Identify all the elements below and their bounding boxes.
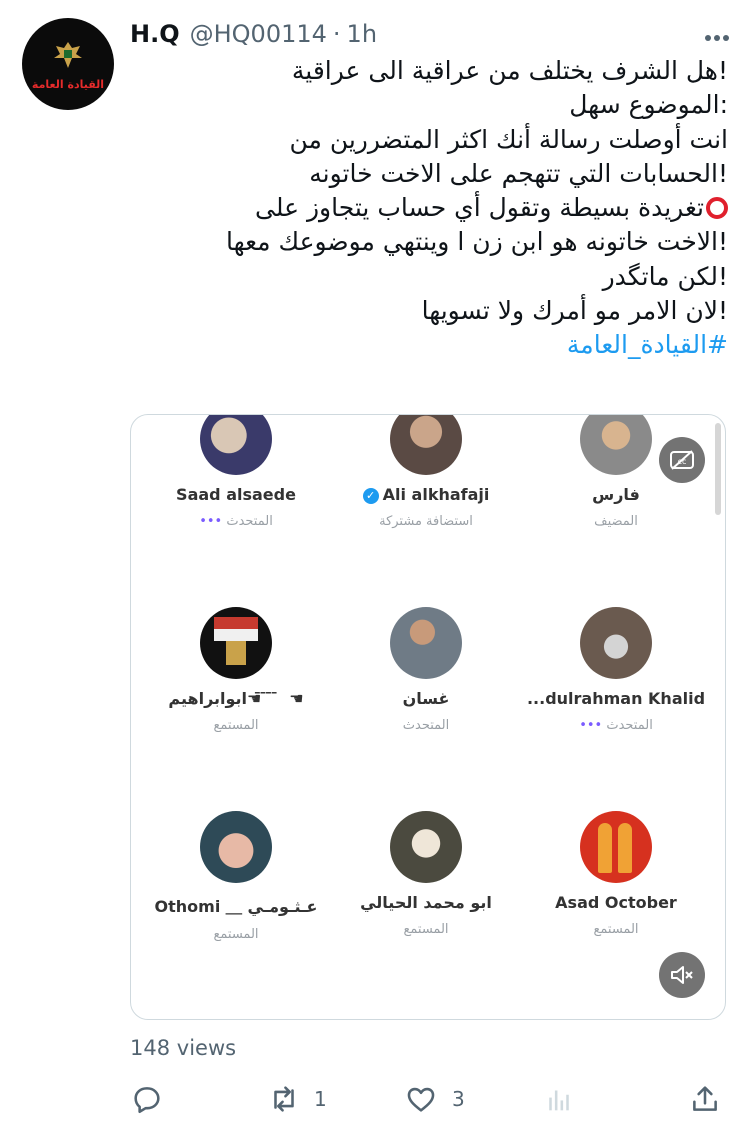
participant-name: Ali alkhafaji [382, 485, 490, 504]
participant-name: غسان [402, 689, 450, 708]
participant-role: المستمع [403, 922, 449, 937]
heart-icon [407, 1087, 435, 1112]
participant-name: ...dulrahman Khalid [526, 689, 706, 708]
tweet-text: !هل الشرف يختلف من عراقية الى عراقية :ال… [130, 54, 728, 363]
hashtag-link[interactable]: #القيادة_العامة [130, 328, 728, 362]
analytics-button[interactable] [542, 1082, 576, 1116]
participant-avatar [580, 811, 652, 883]
tweet-timestamp[interactable]: 1h [347, 20, 377, 48]
tweet-line: !الاخت خاتونه هو ابن زن ا وينتهي موضوعك … [225, 227, 728, 257]
participant-role: المستمع [213, 718, 259, 733]
participant-card[interactable]: ✓ Ali alkhafaji استضافة مشتركة [331, 415, 521, 529]
tweet-line: :الموضوع سهل [569, 90, 728, 120]
participant-avatar [200, 811, 272, 883]
views-count[interactable]: 148 views [130, 1036, 236, 1060]
tweet-line-with-emoji: تغريدة بسيطة وتقول أي حساب يتجاوز على [130, 191, 728, 225]
participant-name: Othomi ＿ عـثـومـي [154, 897, 318, 916]
red-circle-icon [706, 197, 728, 220]
participant-card[interactable]: غسان المتحدث [331, 607, 521, 733]
participant-card[interactable]: Asad October المستمع [521, 811, 711, 937]
role-text: المتحدث [226, 514, 273, 529]
participant-role: المضيف [594, 514, 638, 529]
like-count: 3 [452, 1087, 465, 1111]
author-handle[interactable]: @HQ00114 [190, 20, 327, 48]
more-options-icon[interactable] [704, 19, 730, 49]
participant-name: ابوابراهيم☚ ̄ ̄ ̄ ̄ ☚ [168, 689, 304, 708]
retweet-button[interactable]: 1 [266, 1082, 327, 1116]
participant-name: Asad October [555, 893, 677, 912]
media-video[interactable]: Saad alsaede المتحدث ••• ✓ Ali alkhafaji … [130, 414, 726, 1020]
retweet-icon [274, 1086, 294, 1112]
tweet-line: !لان الامر مو أمرك ولا تسويها [421, 296, 728, 326]
tweet-header: H.Q @HQ00114 · 1h [130, 16, 730, 52]
tweet-line: تغريدة بسيطة وتقول أي حساب يتجاوز على [255, 193, 704, 223]
views-number: 148 [130, 1036, 171, 1060]
participant-avatar [390, 607, 462, 679]
volume-muted-icon[interactable] [659, 952, 705, 998]
retweet-count: 1 [314, 1087, 327, 1111]
analytics-icon [549, 1090, 569, 1111]
speaking-dots: ••• [579, 718, 603, 733]
reply-icon [134, 1087, 160, 1114]
participant-card[interactable]: ...dulrahman Khalid المتحدث ••• [521, 607, 711, 733]
participant-role: المستمع [213, 927, 259, 942]
participant-avatar [390, 811, 462, 883]
action-bar: 1 3 [130, 1082, 728, 1122]
avatar-label: القيادة العامة [31, 78, 105, 91]
participant-name: Saad alsaede [176, 485, 296, 504]
reply-button[interactable] [130, 1082, 164, 1116]
participant-card[interactable]: Othomi ＿ عـثـومـي المستمع [141, 811, 331, 942]
participant-avatar [200, 607, 272, 679]
participant-avatar [580, 415, 652, 475]
tweet-line: !هل الشرف يختلف من عراقية الى عراقية [291, 56, 728, 85]
tweet-line: !لكن ماتگدر [602, 261, 728, 291]
participant-role: المستمع [593, 922, 639, 937]
participant-avatar [200, 415, 272, 475]
participant-name: فارس [592, 485, 640, 504]
share-button[interactable] [688, 1082, 722, 1116]
tweet-line: انت أوصلت رسالة أنك اكثر المتضررين من [289, 124, 728, 154]
speaking-dots: ••• [199, 514, 223, 529]
captions-off-icon[interactable]: cc [659, 437, 705, 483]
participant-avatar [390, 415, 462, 475]
participant-avatar [580, 607, 652, 679]
scrollbar[interactable] [715, 423, 721, 515]
tweet-line: !الحسابات التي تتهجم على الاخت خاتونه [309, 158, 728, 188]
verified-badge-icon: ✓ [362, 488, 379, 504]
like-button[interactable]: 3 [404, 1082, 465, 1116]
participant-card[interactable]: ابوابراهيم☚ ̄ ̄ ̄ ̄ ☚ المستمع [141, 607, 331, 733]
participant-role: استضافة مشتركة [379, 514, 473, 529]
author-display-name[interactable]: H.Q [130, 20, 180, 48]
participant-card[interactable]: ابو محمد الحيالي المستمع [331, 811, 521, 937]
participant-role: المتحدث ••• [521, 718, 711, 733]
participant-role: المتحدث [402, 718, 450, 733]
role-text: المتحدث [606, 718, 653, 733]
participant-role: المتحدث ••• [141, 514, 331, 529]
participant-card[interactable]: Saad alsaede المتحدث ••• [141, 415, 331, 529]
participant-name: ابو محمد الحيالي [360, 893, 492, 912]
participant-name-row: ✓ Ali alkhafaji [331, 485, 521, 504]
share-icon [693, 1086, 717, 1111]
eagle-emblem-icon [54, 42, 82, 68]
author-avatar[interactable]: القيادة العامة [22, 18, 114, 110]
views-label: views [170, 1036, 237, 1060]
header-separator: · [332, 20, 341, 48]
